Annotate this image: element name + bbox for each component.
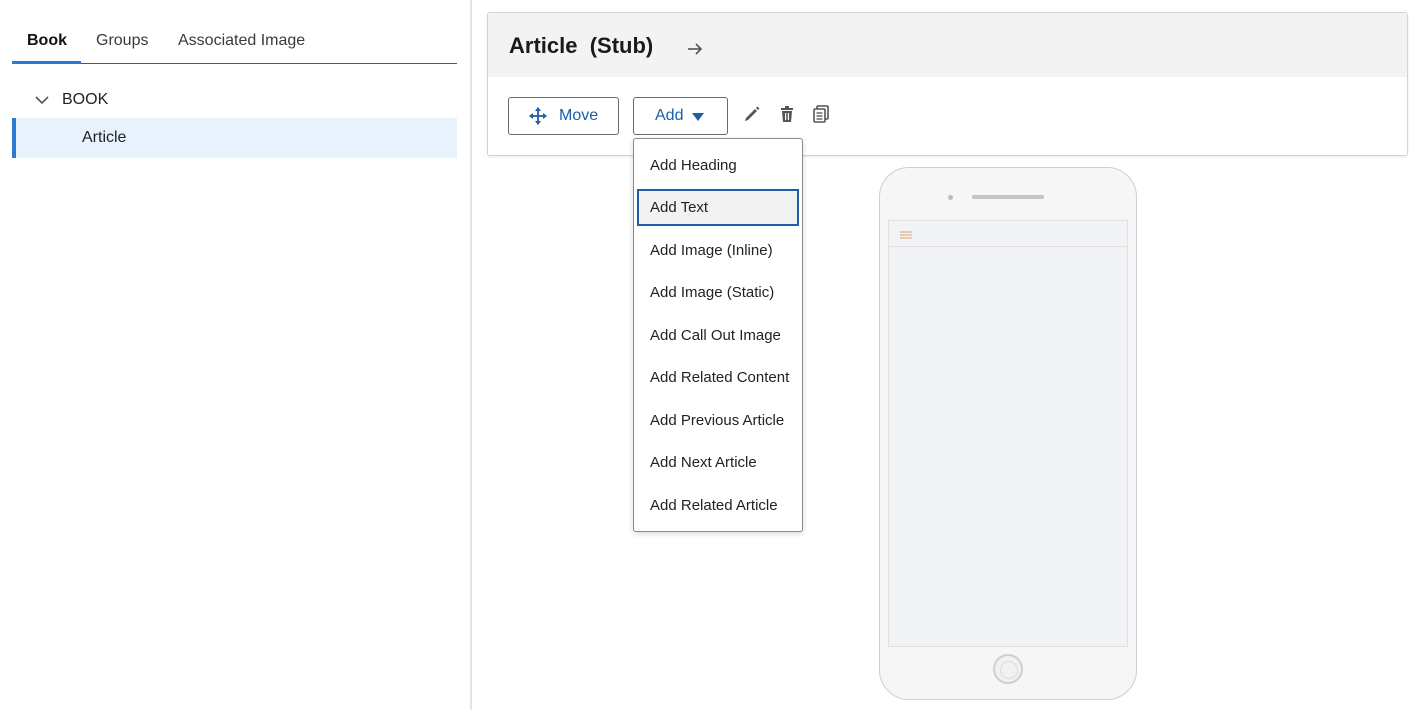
tab-associated-image[interactable]: Associated Image: [178, 22, 305, 63]
phone-preview: [879, 167, 1137, 700]
add-button[interactable]: Add: [633, 97, 728, 135]
menu-item-add-next-article[interactable]: Add Next Article: [637, 444, 799, 481]
trash-icon[interactable]: [778, 105, 796, 123]
tab-groups[interactable]: Groups: [96, 22, 148, 63]
page-title: Article (Stub): [509, 33, 654, 58]
tab-bar: Book Groups Associated Image: [12, 22, 457, 64]
add-button-label: Add: [655, 107, 684, 124]
panel-header: Article (Stub): [488, 13, 1407, 77]
tree-node-article[interactable]: Article: [12, 118, 457, 158]
menu-item-add-related-article[interactable]: Add Related Article: [637, 487, 799, 524]
chevron-down-icon[interactable]: [34, 92, 50, 108]
copy-icon[interactable]: [812, 105, 830, 123]
pencil-icon[interactable]: [743, 105, 761, 123]
screen-top-bar: [889, 221, 1127, 247]
tab-book[interactable]: Book: [12, 22, 81, 64]
phone-home-button: [993, 654, 1023, 684]
content-panel: Article (Stub) Move Add: [487, 12, 1408, 156]
menu-item-add-image-static[interactable]: Add Image (Static): [637, 274, 799, 311]
tree-node-label: BOOK: [62, 91, 109, 108]
menu-item-add-text[interactable]: Add Text: [637, 189, 799, 226]
menu-item-add-call-out-image[interactable]: Add Call Out Image: [637, 317, 799, 354]
phone-speaker: [972, 195, 1044, 199]
add-dropdown-menu: Add Heading Add Text Add Image (Inline) …: [633, 138, 803, 532]
phone-camera: [948, 195, 953, 200]
phone-screen: [888, 220, 1128, 647]
caret-down-icon: [692, 113, 705, 121]
move-button-label: Move: [559, 107, 599, 124]
menu-item-add-heading[interactable]: Add Heading: [637, 147, 799, 184]
move-button[interactable]: Move: [508, 97, 619, 135]
menu-item-add-image-inline[interactable]: Add Image (Inline): [637, 232, 799, 269]
tree-node-book[interactable]: BOOK: [12, 82, 457, 118]
hamburger-menu-icon[interactable]: [900, 231, 912, 239]
arrow-right-icon[interactable]: [685, 39, 705, 59]
left-pane: Book Groups Associated Image BOOK Articl…: [0, 0, 472, 710]
move-arrows-icon: [529, 107, 547, 125]
menu-item-add-previous-article[interactable]: Add Previous Article: [637, 402, 799, 439]
menu-item-add-related-content[interactable]: Add Related Content: [637, 359, 799, 396]
